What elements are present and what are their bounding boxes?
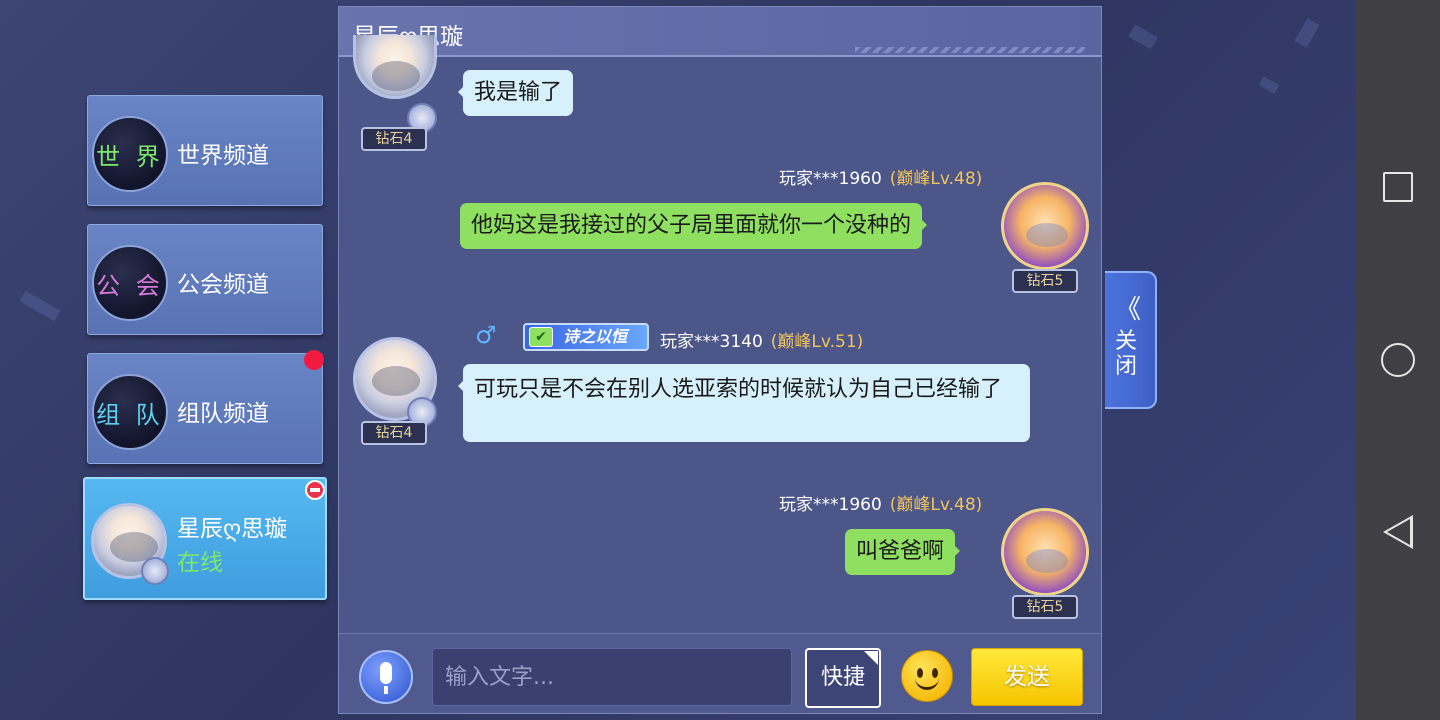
honor-badge: ✔ 诗之以恒 (523, 323, 649, 351)
close-label: 关闭 (1115, 329, 1138, 379)
close-button[interactable]: 《 关闭 (1105, 271, 1157, 409)
background-shard (1258, 76, 1280, 94)
team-channel-icon: 组 队 (92, 374, 168, 450)
smiley-icon[interactable] (901, 650, 953, 702)
message-bubble: 我是输了 (457, 70, 574, 116)
rank-tag: 钻石5 (1012, 595, 1078, 619)
background-shard (1128, 24, 1158, 50)
square-icon[interactable] (1383, 172, 1413, 202)
player-info: 玩家***1960 (巅峰Lv.48) (779, 490, 982, 515)
rank-tag: 钻石4 (361, 127, 427, 151)
player-level: (巅峰Lv.48) (889, 169, 983, 189)
channel-guild[interactable]: 公 会 公会频道 (87, 224, 323, 335)
double-chevron-left-icon: 《 (1115, 295, 1142, 325)
input-bar: 快捷 发送 (339, 633, 1101, 713)
chat-header: 星辰ღ思璇 (339, 7, 1101, 57)
player-info: 玩家***1960 (巅峰Lv.48) (779, 164, 982, 189)
channel-world[interactable]: 世 界 世界频道 (87, 95, 323, 206)
checkmark-icon: ✔ (529, 327, 553, 347)
message-bubble: 叫爸爸啊 (845, 529, 961, 575)
honor-badge-label: 诗之以恒 (563, 327, 628, 346)
microphone-icon[interactable] (359, 650, 413, 704)
rank-tag: 钻石5 (1012, 269, 1078, 293)
player-level: (巅峰Lv.48) (889, 495, 983, 515)
player-info: 玩家***3140 (巅峰Lv.51) (660, 327, 863, 352)
send-button[interactable]: 发送 (971, 648, 1083, 706)
message-bubble: 可玩只是不会在别人选亚索的时候就认为自己已经输了 (458, 364, 1030, 442)
chat-panel: 星辰ღ思璇 钻石4 我是输了 玩家***1960 (巅峰Lv.48) 他妈这是我接… (338, 6, 1102, 714)
background-shard (19, 290, 61, 322)
channel-team[interactable]: 组 队 组队频道 (87, 350, 324, 464)
friend-name: 星辰ღ思璇 (177, 516, 288, 542)
sender-avatar[interactable] (1001, 508, 1089, 596)
player-name: 玩家***3140 (660, 332, 763, 352)
guild-channel-icon: 公 会 (92, 245, 168, 321)
channel-label: 世界频道 (177, 143, 269, 169)
rank-tag: 钻石4 (361, 421, 427, 445)
friend-mini-badge (141, 557, 169, 585)
world-channel-icon: 世 界 (92, 116, 168, 192)
quick-phrases-button[interactable]: 快捷 (805, 648, 881, 708)
channel-label: 公会频道 (177, 272, 269, 298)
notification-dot (304, 350, 324, 370)
channel-label: 组队频道 (177, 401, 269, 427)
player-name: 玩家***1960 (779, 495, 882, 515)
triangle-back-icon[interactable] (1383, 515, 1413, 549)
background-shard (1294, 18, 1320, 48)
channel-private-chat[interactable]: 星辰ღ思璇 在线 (83, 477, 327, 600)
minus-circle-icon[interactable] (305, 480, 325, 500)
friend-status: 在线 (177, 550, 223, 576)
smiley-mouth (915, 676, 939, 690)
male-gender-icon: ♂ (475, 321, 497, 349)
sender-avatar[interactable] (353, 35, 437, 99)
message-bubble: 他妈这是我接过的父子局里面就你一个没种的 (460, 203, 928, 249)
android-nav-bar (1356, 0, 1440, 720)
message-input[interactable] (432, 648, 792, 706)
player-level: (巅峰Lv.51) (770, 332, 864, 352)
header-decoration (855, 47, 1085, 53)
circle-icon[interactable] (1381, 343, 1415, 377)
player-name: 玩家***1960 (779, 169, 882, 189)
sender-avatar[interactable] (1001, 182, 1089, 270)
